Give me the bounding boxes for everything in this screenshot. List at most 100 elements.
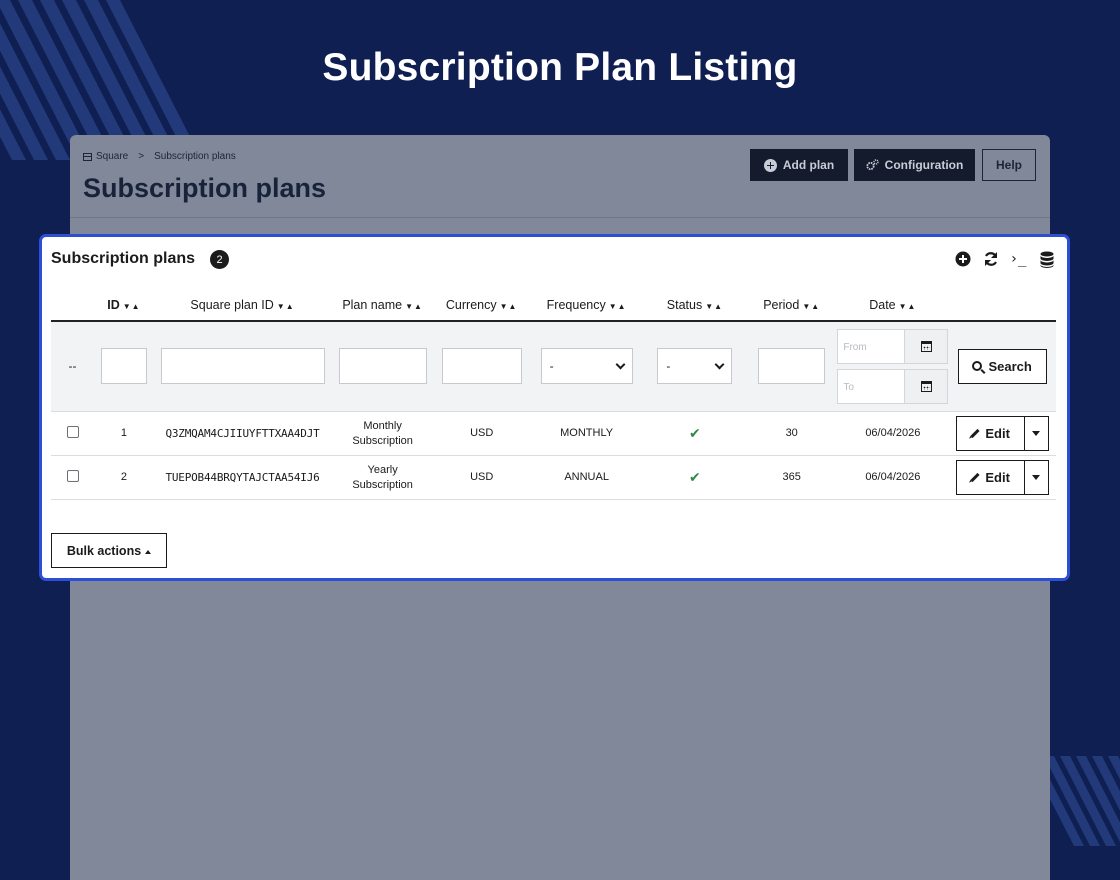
bulk-actions-button[interactable]: Bulk actions (51, 533, 167, 568)
col-square-plan-id[interactable]: Square plan ID ▼▲ (153, 289, 332, 322)
plans-table: ID ▼▲ Square plan ID ▼▲ Plan name ▼▲ Curren… (51, 289, 1056, 500)
col-date-label: Date (869, 297, 896, 312)
col-frequency-label: Frequency (546, 297, 606, 312)
table-row: 2 TUEPOB44BRQYTAJCTAA54IJ6 Yearly Subscri… (51, 455, 1056, 500)
col-status[interactable]: Status ▼▲ (643, 289, 747, 322)
col-square-plan-id-label: Square plan ID (190, 297, 274, 312)
cell-id: 1 (94, 411, 154, 456)
filter-date-to-input[interactable]: To (837, 368, 906, 404)
cell-period: 30 (746, 411, 838, 456)
database-icon[interactable] (1037, 249, 1057, 269)
search-icon (972, 361, 983, 372)
col-id[interactable]: ID ▼▲ (94, 289, 154, 322)
cell-period: 365 (746, 455, 838, 500)
breadcrumb: Square > Subscription plans (83, 151, 236, 162)
filter-date-from-input[interactable]: From (837, 328, 906, 364)
caret-up-icon (145, 549, 152, 554)
calendar-icon (920, 380, 932, 392)
search-button[interactable]: Search (957, 348, 1047, 384)
col-currency[interactable]: Currency ▼▲ (433, 289, 530, 322)
breadcrumb-store[interactable]: Square (96, 151, 128, 162)
filter-select-placeholder: -- (51, 321, 95, 412)
filter-frequency-select[interactable]: - (540, 348, 633, 385)
breadcrumb-current: Subscription plans (154, 151, 236, 162)
page-heading: Subscription Plan Listing (322, 46, 798, 89)
col-id-label: ID (107, 297, 120, 312)
row-actions: Edit (955, 415, 1049, 451)
edit-label: Edit (985, 425, 1010, 441)
col-currency-label: Currency (445, 297, 497, 312)
col-actions (948, 289, 1056, 322)
col-period-label: Period (763, 297, 800, 312)
sort-icon[interactable]: ▼▲ (899, 302, 917, 311)
cell-date: 06/04/2026 (837, 411, 949, 456)
row-actions-dropdown-button[interactable] (1025, 417, 1048, 450)
subscription-plans-card: Subscription plans 2 ›_ ID ▼▲ Square plan… (39, 234, 1070, 581)
cell-plan-name: Monthly Subscription (331, 411, 434, 456)
date-from-picker-button[interactable] (905, 328, 949, 364)
row-actions-dropdown-button[interactable] (1025, 461, 1048, 494)
chevron-down-icon (615, 359, 626, 370)
filter-row: -- - - From To Search (51, 321, 1056, 412)
count-badge: 2 (210, 250, 229, 269)
sort-icon[interactable]: ▼▲ (500, 302, 518, 311)
col-select (51, 289, 95, 322)
header-row: ID ▼▲ Square plan ID ▼▲ Plan name ▼▲ Curren… (51, 289, 1056, 322)
col-period[interactable]: Period ▼▲ (746, 289, 838, 322)
divider (70, 217, 1050, 218)
edit-button[interactable]: Edit (957, 460, 1025, 494)
row-actions: Edit (955, 459, 1049, 495)
cell-currency: USD (433, 411, 530, 456)
filter-status-select[interactable]: - (657, 348, 733, 385)
check-icon: ✔ (689, 424, 701, 441)
sort-icon[interactable]: ▼▲ (609, 302, 627, 311)
filter-date-range: From To (837, 328, 949, 404)
row-checkbox[interactable] (66, 469, 79, 482)
cell-status: ✔ (643, 411, 747, 456)
cell-square-plan-id: TUEPOB44BRQYTAJCTAA54IJ6 (153, 455, 332, 500)
filter-id-input[interactable] (100, 348, 147, 385)
cell-frequency: ANNUAL (529, 455, 644, 500)
sort-icon[interactable]: ▼▲ (277, 302, 295, 311)
filter-currency-input[interactable] (441, 348, 522, 385)
sort-icon[interactable]: ▼▲ (705, 302, 723, 311)
backdrop-title: Subscription plans (83, 173, 327, 203)
row-checkbox[interactable] (66, 425, 79, 438)
cell-frequency: MONTHLY (529, 411, 644, 456)
help-button[interactable]: Help (982, 149, 1036, 181)
col-frequency[interactable]: Frequency ▼▲ (529, 289, 644, 322)
add-plan-label: Add plan (782, 158, 835, 172)
cell-currency: USD (433, 455, 530, 500)
store-icon (83, 152, 92, 161)
date-to-picker-button[interactable] (905, 368, 949, 404)
check-icon: ✔ (689, 468, 701, 485)
refresh-icon[interactable] (981, 249, 1001, 269)
plan-name-line2: Subscription (352, 434, 413, 447)
filter-plan-name-input[interactable] (338, 348, 427, 385)
sort-icon[interactable]: ▼▲ (802, 302, 820, 311)
table-row: 1 Q3ZMQAM4CJIIUYFTTXAA4DJT Monthly Subscr… (51, 411, 1056, 456)
plan-name-line1: Yearly (367, 463, 398, 476)
decorative-stripes-bottom-right (1048, 756, 1120, 846)
caret-down-icon (1032, 474, 1041, 480)
edit-button[interactable]: Edit (957, 416, 1025, 450)
cell-id: 2 (94, 455, 154, 500)
plan-name-line2: Subscription (352, 478, 413, 491)
card-title: Subscription plans (51, 250, 196, 267)
gears-icon (866, 159, 879, 171)
caret-down-icon (1032, 430, 1041, 436)
add-plan-button[interactable]: Add plan (750, 149, 848, 181)
col-date[interactable]: Date ▼▲ (837, 289, 949, 322)
cell-plan-name: Yearly Subscription (331, 455, 434, 500)
terminal-icon[interactable]: ›_ (1008, 249, 1028, 269)
col-plan-name[interactable]: Plan name ▼▲ (331, 289, 434, 322)
sort-icon[interactable]: ▼▲ (405, 302, 423, 311)
filter-period-input[interactable] (758, 348, 826, 385)
plus-circle-icon[interactable] (953, 249, 973, 269)
cell-date: 06/04/2026 (837, 455, 949, 500)
plus-circle-icon (763, 158, 777, 172)
filter-square-plan-id-input[interactable] (160, 348, 325, 385)
configuration-button[interactable]: Configuration (854, 149, 975, 181)
col-status-label: Status (666, 297, 703, 312)
sort-icon[interactable]: ▼▲ (123, 302, 141, 311)
